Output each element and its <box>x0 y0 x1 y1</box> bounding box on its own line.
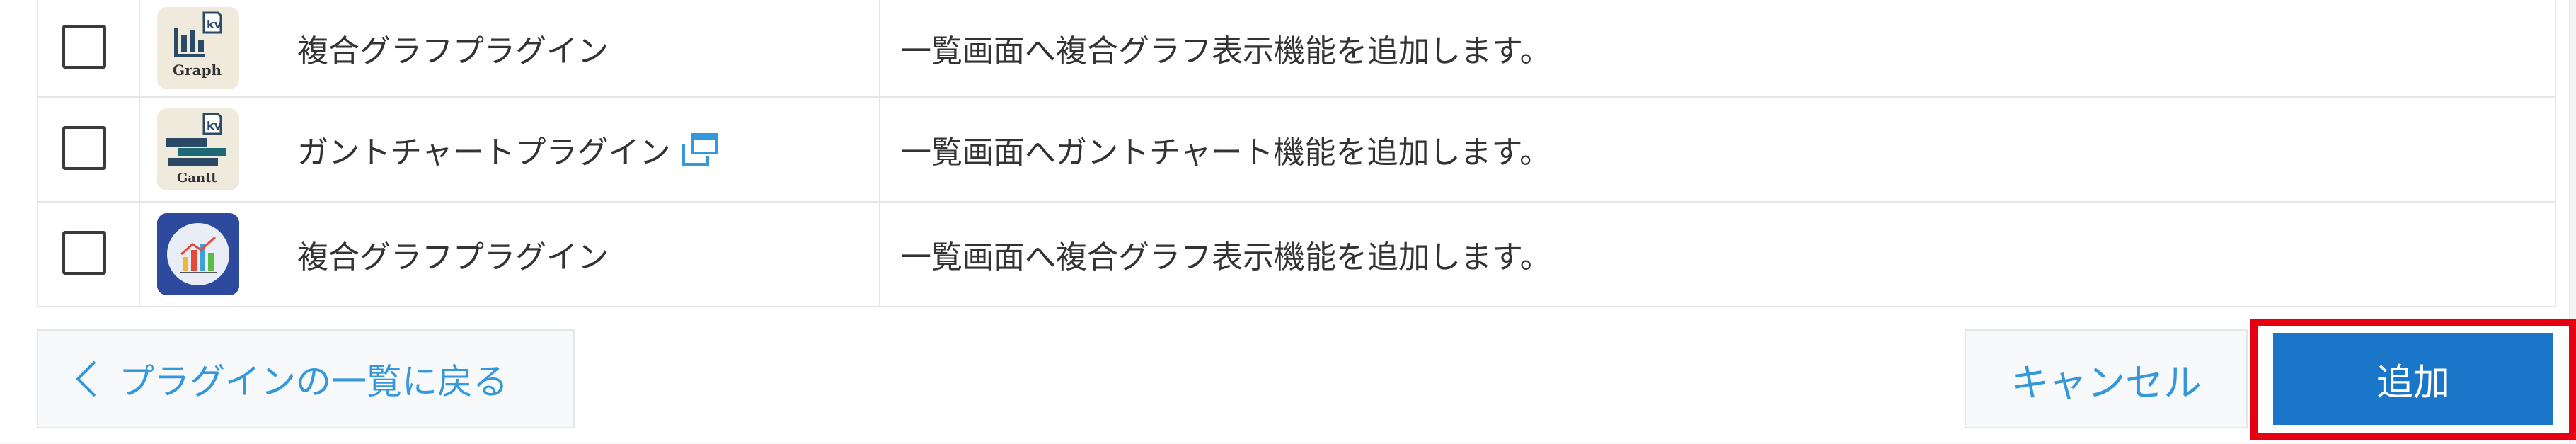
plugin-checkbox[interactable] <box>62 231 106 275</box>
checkbox-cell <box>38 0 140 96</box>
open-in-new-window-icon[interactable] <box>681 132 719 167</box>
back-button-label: プラグインの一覧に戻る <box>119 361 508 402</box>
add-button[interactable]: 追加 <box>2273 333 2553 425</box>
plugin-description-cell: 一覧画面へ複合グラフ表示機能を追加します。 <box>880 203 2555 306</box>
plugin-table: kv Graph 複合グラフプラグイン 一覧画面へ複合グラフ表示機能を追加します… <box>37 0 2556 307</box>
plugin-name-cell: kv Graph 複合グラフプラグイン <box>140 0 880 96</box>
plugin-name: 複合グラフプラグイン <box>297 232 609 277</box>
dialog-footer: プラグインの一覧に戻る キャンセル 追加 <box>0 310 2576 443</box>
svg-text:Graph: Graph <box>173 62 222 79</box>
bar-chart-circle-icon <box>157 213 239 295</box>
plugin-name-label: ガントチャートプラグイン <box>297 135 671 171</box>
svg-text:kv: kv <box>207 119 222 132</box>
plugin-description-cell: 一覧画面へガントチャート機能を追加します。 <box>880 98 2555 201</box>
plugin-description: 一覧画面へガントチャート機能を追加します。 <box>900 135 1551 171</box>
table-row: kv Graph 複合グラフプラグイン 一覧画面へ複合グラフ表示機能を追加します… <box>38 0 2555 98</box>
svg-text:Gantt: Gantt <box>177 171 217 186</box>
checkbox-cell <box>38 203 140 306</box>
plugin-checkbox[interactable] <box>62 25 106 69</box>
plugin-description: 一覧画面へ複合グラフ表示機能を追加します。 <box>900 239 1551 275</box>
plugin-name: 複合グラフプラグイン <box>297 25 609 71</box>
plugin-checkbox[interactable] <box>62 126 106 170</box>
plugin-name-cell: kv Gantt ガントチャートプラグイン <box>140 98 880 201</box>
table-row: 複合グラフプラグイン 一覧画面へ複合グラフ表示機能を追加します。 <box>38 203 2555 307</box>
back-to-plugin-list-button[interactable]: プラグインの一覧に戻る <box>37 329 575 428</box>
cancel-button[interactable]: キャンセル <box>1965 329 2248 428</box>
plugin-name-label: 複合グラフプラグイン <box>297 33 609 69</box>
plugin-add-panel: kv Graph 複合グラフプラグイン 一覧画面へ複合グラフ表示機能を追加します… <box>0 0 2576 443</box>
plugin-name-label: 複合グラフプラグイン <box>297 239 609 275</box>
graph-kv-icon: kv Graph <box>157 7 239 89</box>
checkbox-cell <box>38 98 140 201</box>
svg-text:kv: kv <box>207 18 222 31</box>
plugin-description-cell: 一覧画面へ複合グラフ表示機能を追加します。 <box>880 0 2555 96</box>
plugin-name: ガントチャートプラグイン <box>297 127 719 172</box>
table-row: kv Gantt ガントチャートプラグイン 一覧画面へガントチャート機能を追加し… <box>38 98 2555 203</box>
plugin-name-cell: 複合グラフプラグイン <box>140 203 880 306</box>
plugin-description: 一覧画面へ複合グラフ表示機能を追加します。 <box>900 33 1551 69</box>
chevron-left-icon <box>76 360 96 397</box>
gantt-kv-icon: kv Gantt <box>157 108 239 190</box>
